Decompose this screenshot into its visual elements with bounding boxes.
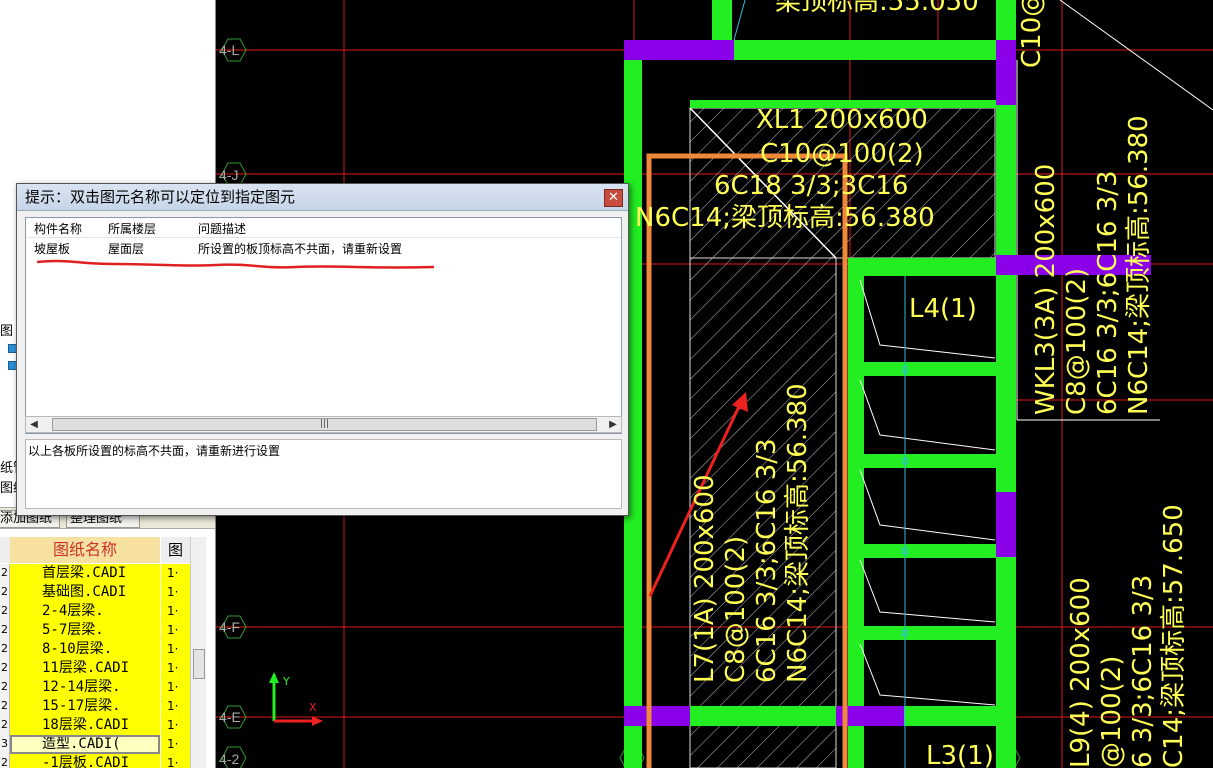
annotation-xl1-stirrup: C10@100(2) xyxy=(760,139,924,169)
ucs-y-label: Y xyxy=(282,675,290,688)
row-name-cell[interactable]: -1层板.CADI xyxy=(10,754,160,768)
problem-list: 构件名称 所属楼层 问题描述 坡屋板 屋面层 所设置的板顶标高不共面，请重新设置 xyxy=(25,217,622,434)
annotation-xl1-section: XL1 200x600 xyxy=(756,105,928,135)
row-name-cell[interactable]: 18层梁.CADI xyxy=(10,716,160,735)
row-name-cell[interactable]: 基础图.CADI xyxy=(10,583,160,602)
row-index-cell[interactable]: 2 xyxy=(0,640,10,659)
annotation-l7-section: L7(1A) 200x600 xyxy=(690,474,720,683)
scroll-right-arrow[interactable]: ▶ xyxy=(605,417,621,432)
table-row[interactable]: 2 -1层板.CADI 1· xyxy=(0,754,190,768)
row-index-cell[interactable]: 2 xyxy=(0,564,10,583)
row-value-cell[interactable]: 1· xyxy=(161,678,190,697)
table-row[interactable]: 2 15-17层梁. 1· xyxy=(0,697,190,716)
row-name-cell[interactable]: 12-14层梁. xyxy=(10,678,160,697)
annotation-wkl3-stirrup: C8@100(2) xyxy=(1062,268,1092,415)
table-row[interactable]: 2 11层梁.CADI 1· xyxy=(0,659,190,678)
table-row[interactable]: 2 2-4层梁. 1· xyxy=(0,602,190,621)
red-underline-annotation xyxy=(36,259,435,269)
table-row[interactable]: 2 基础图.CADI 1· xyxy=(0,583,190,602)
row-name-cell[interactable]: 8-10层梁. xyxy=(10,640,160,659)
row-value-cell[interactable]: 1· xyxy=(161,583,190,602)
table-row[interactable]: 3 造型.CADI(1· xyxy=(0,735,190,754)
annotation-l7-elevation: N6C14;梁顶标高:56.380 xyxy=(783,383,813,683)
annotation-l9-stirrup: @100(2) xyxy=(1097,656,1127,768)
problem-list-header: 构件名称 所属楼层 问题描述 xyxy=(26,218,621,238)
column-component-name[interactable]: 构件名称 xyxy=(34,220,82,238)
annotation-wkl3-elevation: N6C14;梁顶标高:56.380 xyxy=(1124,115,1154,415)
ucs-icon: Y X xyxy=(269,672,323,726)
annotation-l9-rebar: 6 3/3;6C16 3/3 xyxy=(1128,575,1158,768)
annotation-wkl3-section: WKL3(3A) 200x600 xyxy=(1031,164,1061,415)
row-index-cell[interactable]: 2 xyxy=(0,716,10,735)
annotation-xl1-rebar: 6C18 3/3;3C16 xyxy=(714,171,908,201)
grid-label-4f: 4-F xyxy=(219,619,240,635)
dialog-close-button[interactable]: ✕ xyxy=(604,189,623,207)
dialog-message: 以上各板所设置的标高不共面，请重新进行设置 xyxy=(25,439,622,509)
row-name-cell[interactable]: 15-17层梁. xyxy=(10,697,160,716)
row-name-cell[interactable]: 2-4层梁. xyxy=(10,602,160,621)
table-header-name[interactable]: 图纸名称 xyxy=(10,537,160,563)
row-index-cell[interactable]: 3 xyxy=(0,735,10,754)
row-floor[interactable]: 屋面层 xyxy=(108,240,144,258)
ucs-x-label: X xyxy=(309,701,317,714)
row-index-cell[interactable]: 2 xyxy=(0,697,10,716)
row-index-cell[interactable]: 2 xyxy=(0,678,10,697)
row-value-cell[interactable]: 1· xyxy=(161,621,190,640)
row-value-cell[interactable]: 1· xyxy=(161,735,190,754)
row-name-cell[interactable]: 首层梁.CADI xyxy=(10,564,160,583)
row-value-cell[interactable]: 1· xyxy=(161,716,190,735)
column-floor[interactable]: 所属楼层 xyxy=(108,220,156,238)
annotation-l9-section: L9(4) 200x600 xyxy=(1066,577,1096,768)
row-value-cell[interactable]: 1· xyxy=(161,754,190,768)
problem-list-hscrollbar[interactable]: ◀ ||| ▶ xyxy=(25,416,622,433)
row-index-cell[interactable]: 2 xyxy=(0,583,10,602)
row-value-cell[interactable]: 1· xyxy=(161,564,190,583)
grid-label-4j: 4-J xyxy=(219,167,238,183)
row-index-cell[interactable]: 2 xyxy=(0,621,10,640)
table-vertical-scrollbar[interactable] xyxy=(190,537,206,768)
row-name-cell[interactable]: 11层梁.CADI xyxy=(10,659,160,678)
table-header-col2[interactable]: 图 xyxy=(161,537,190,563)
scroll-left-arrow[interactable]: ◀ xyxy=(26,417,42,432)
annotation-xl1-elevation: N6C14;梁顶标高:56.380 xyxy=(635,203,935,233)
column-description[interactable]: 问题描述 xyxy=(198,220,246,238)
drawing-list-table: 图纸名称 图 2 首层梁.CADI 1· 2 基础图.CADI 1· 2 2-4层梁. 1· 2 5… xyxy=(0,537,206,768)
panel-fragment-1: 图 xyxy=(0,324,14,339)
hscroll-thumb[interactable]: ||| xyxy=(52,418,597,431)
annotation-l9-elevation: C14;梁顶标高:57.650 xyxy=(1159,504,1189,768)
table-row[interactable]: 2 12-14层梁. 1· xyxy=(0,678,190,697)
table-row[interactable]: 2 5-7层梁. 1· xyxy=(0,621,190,640)
table-row[interactable]: 2 18层梁.CADI 1· xyxy=(0,716,190,735)
row-component-name[interactable]: 坡屋板 xyxy=(34,240,70,258)
row-value-cell[interactable]: 1· xyxy=(161,659,190,678)
annotation-l4: L4(1) xyxy=(909,294,977,324)
row-value-cell[interactable]: 1· xyxy=(161,697,190,716)
dialog-title: 提示：双击图元名称可以定位到指定图元 xyxy=(17,184,628,211)
table-header-corner xyxy=(0,537,10,563)
row-value-cell[interactable]: 1· xyxy=(161,602,190,621)
grid-label-42: 4-2 xyxy=(219,751,239,767)
table-scroll-thumb[interactable] xyxy=(193,649,205,679)
row-name-cell[interactable]: 5-7层梁. xyxy=(10,621,160,640)
row-name-cell[interactable]: 造型.CADI( xyxy=(10,735,160,754)
annotation-wkl3-rebar: 6C16 3/3;6C16 3/3 xyxy=(1093,170,1123,415)
table-row[interactable]: 2 8-10层梁. 1· xyxy=(0,640,190,659)
annotation-l3: L3(1) xyxy=(926,741,994,768)
annotation-l7-rebar: 6C16 3/3;6C16 3/3 xyxy=(752,438,782,683)
row-value-cell[interactable]: 1· xyxy=(161,640,190,659)
row-index-cell[interactable]: 2 xyxy=(0,754,10,768)
row-index-cell[interactable]: 2 xyxy=(0,602,10,621)
problem-dialog: 提示：双击图元名称可以定位到指定图元 ✕ 构件名称 所属楼层 问题描述 坡屋板 … xyxy=(16,183,629,516)
grid-label-4e: 4-E xyxy=(219,709,241,725)
row-index-cell[interactable]: 2 xyxy=(0,659,10,678)
table-row[interactable]: 2 首层梁.CADI 1· xyxy=(0,564,190,583)
annotation-top-elevation: 梁顶标高:55.050 xyxy=(775,0,979,17)
row-description[interactable]: 所设置的板顶标高不共面，请重新设置 xyxy=(198,240,402,258)
annotation-l7-stirrup: C8@100(2) xyxy=(721,536,751,683)
grid-label-4l: 4-L xyxy=(219,42,239,58)
annotation-top-right-stirrup: C10@ xyxy=(1017,0,1047,68)
